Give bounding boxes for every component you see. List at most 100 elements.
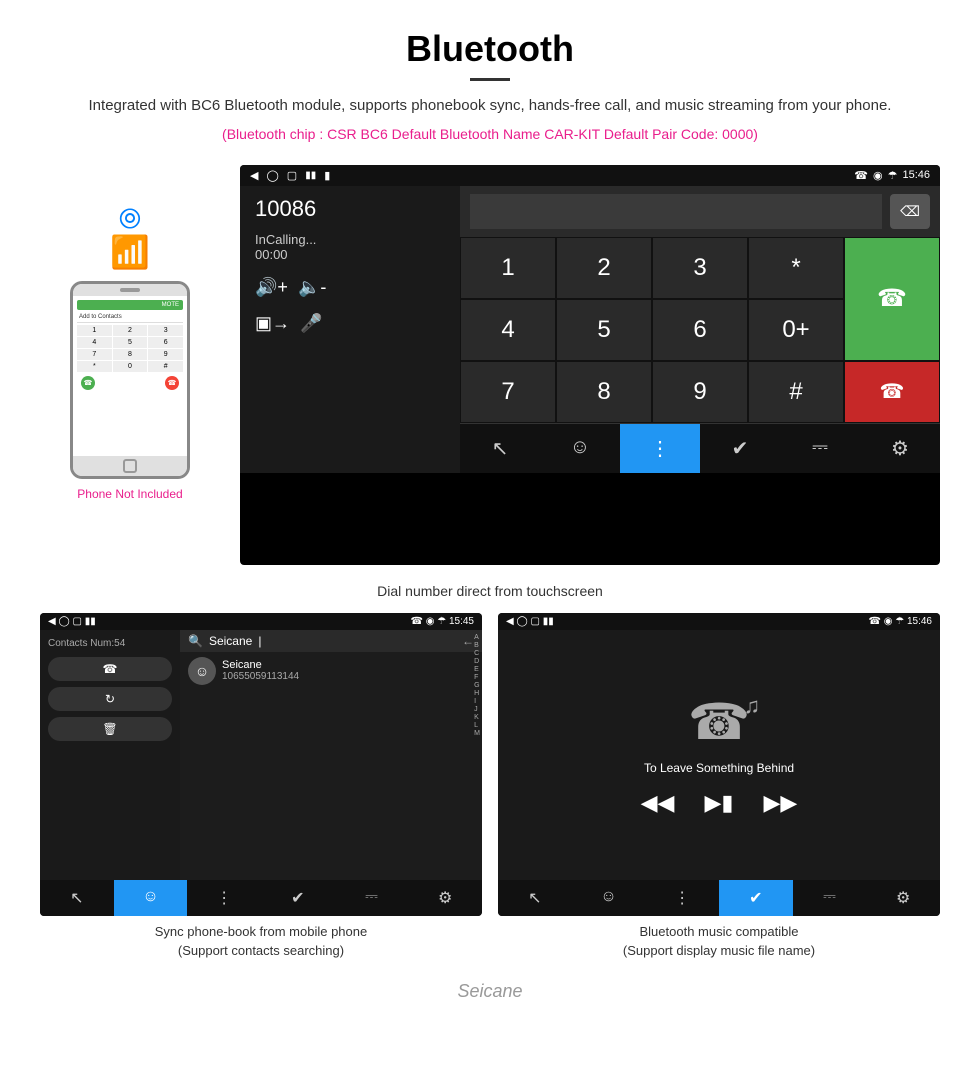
nav-phone-out[interactable]: ⎓ (780, 423, 860, 473)
c-nav-settings[interactable]: ⚙ (408, 880, 482, 916)
circle-icon: ◯ (266, 169, 278, 182)
play-pause-icon[interactable]: ▶▮ (704, 790, 733, 816)
call-action-icon: ☎ (103, 662, 118, 676)
prev-track-icon[interactable]: ◀◀ (641, 790, 675, 816)
c-signal-icon: ▮▮ (85, 616, 96, 627)
music-nav: ↖ ☺ ⋮ ✔ ⎓ ⚙ (498, 880, 940, 916)
m-nav-bluetooth[interactable]: ✔ (719, 880, 793, 916)
phone-add-contacts: Add to Contacts (77, 312, 183, 323)
phone-reject-button: ☎ (165, 376, 179, 390)
key-8: 8 (113, 349, 148, 360)
music-note-icon: ♫ (744, 693, 761, 719)
c-wifi-icon: ☂ (437, 616, 446, 627)
c-location-icon: ◉ (426, 616, 435, 627)
m-nav-settings[interactable]: ⚙ (866, 880, 940, 916)
contacts-nav: ↖ ☺ ⋮ ✔ ⎓ ⚙ (40, 880, 482, 916)
contact-avatar: ☺ (188, 657, 216, 685)
contacts-count: Contacts Num:54 (48, 638, 172, 649)
bottom-screens: ◀ ◯ ▢ ▮▮ ☎ ◉ ☂ 15:45 Contacts Num:54 ☎ (0, 603, 980, 971)
vol-down-icon[interactable]: 🔈- (298, 277, 326, 298)
nav-dialpad[interactable]: ⋮ (620, 423, 700, 473)
contacts-right-panel: 🔍 Seicane | ← ☺ Seicane 10655059113144 (180, 630, 482, 880)
c-phone-icon: ☎ (410, 616, 422, 627)
m-nav-contacts[interactable]: ☺ (572, 880, 646, 916)
m-nav-phone-out[interactable]: ⎓ (793, 880, 867, 916)
key-3: 3 (148, 325, 183, 336)
trash-icon: 🗑 (102, 722, 117, 736)
title-divider (470, 78, 510, 81)
key-star[interactable]: * (748, 237, 844, 299)
c-nav-dialpad[interactable]: ⋮ (187, 880, 261, 916)
contacts-time: 15:45 (449, 616, 474, 627)
contacts-caption: Sync phone-book from mobile phone (Suppo… (40, 916, 482, 961)
call-action-btn[interactable]: ☎ (48, 657, 172, 681)
key-6[interactable]: 6 (652, 299, 748, 361)
next-track-icon[interactable]: ▶▶ (764, 790, 798, 816)
key-3[interactable]: 3 (652, 237, 748, 299)
key-6: 6 (148, 337, 183, 348)
m-nav-dialpad[interactable]: ⋮ (645, 880, 719, 916)
dial-input-field[interactable] (470, 194, 882, 229)
key-7[interactable]: 7 (460, 361, 556, 423)
nav-phone-transfer[interactable]: ↖ (460, 423, 540, 473)
key-star: * (77, 361, 112, 372)
nav-settings[interactable]: ⚙ (860, 423, 940, 473)
contact-item: ☺ Seicane 10655059113144 (180, 652, 482, 690)
c-nav-phone[interactable]: ↖ (40, 880, 114, 916)
music-playback-controls: ◀◀ ▶▮ ▶▶ (641, 790, 798, 816)
key-9: 9 (148, 349, 183, 360)
c-nav-contacts[interactable]: ☺ (114, 880, 188, 916)
phone-call-buttons: ☎ ☎ (77, 376, 183, 390)
phone-label: Phone Not Included (77, 487, 182, 501)
key-5[interactable]: 5 (556, 299, 652, 361)
phone-home-button (73, 456, 187, 476)
m-location-icon: ◉ (884, 616, 893, 627)
delete-button[interactable]: ⌫ (890, 194, 930, 229)
end-call-button[interactable]: ☎ (844, 361, 940, 423)
delete-action-btn[interactable]: 🗑 (48, 717, 172, 741)
key-hash[interactable]: # (748, 361, 844, 423)
nav-contact[interactable]: ☺ (540, 423, 620, 473)
key-2: 2 (113, 325, 148, 336)
phone-screen: MOTE Add to Contacts 1 2 3 4 5 6 7 8 9 *… (73, 296, 187, 456)
page-header: Bluetooth Integrated with BC6 Bluetooth … (0, 0, 980, 155)
key-1[interactable]: 1 (460, 237, 556, 299)
time-display: 15:46 (902, 169, 930, 181)
c-nav-bluetooth[interactable]: ✔ (261, 880, 335, 916)
call-button[interactable]: ☎ (844, 237, 940, 361)
m-nav-phone[interactable]: ↖ (498, 880, 572, 916)
end-call-icon: ☎ (880, 379, 905, 404)
contacts-screen-wrap: ◀ ◯ ▢ ▮▮ ☎ ◉ ☂ 15:45 Contacts Num:54 ☎ (40, 613, 482, 961)
c-back-icon: ◀ (48, 616, 56, 627)
music-caption: Bluetooth music compatible (Support disp… (498, 916, 940, 961)
contact-name: Seicane (222, 659, 299, 671)
dial-body: 10086 InCalling... 00:00 🔊+ 🔈- ▣→ 🎤 ⌫ (240, 186, 940, 473)
search-text[interactable]: Seicane (209, 634, 252, 648)
music-art: ☎ ♫ (688, 693, 750, 751)
key-0plus[interactable]: 0+ (748, 299, 844, 361)
key-1: 1 (77, 325, 112, 336)
phone-transfer-icon[interactable]: ▣→ (255, 313, 290, 334)
c-square-icon: ▢ (72, 616, 81, 627)
m-circle-icon: ◯ (516, 616, 527, 627)
sync-action-btn[interactable]: ↻ (48, 687, 172, 711)
key-0: 0 (113, 361, 148, 372)
call-timer: 00:00 (255, 247, 445, 262)
key-2[interactable]: 2 (556, 237, 652, 299)
bluetooth-waves-icon: ⦾ 📶 (110, 205, 150, 271)
music-time: 15:46 (907, 616, 932, 627)
key-8[interactable]: 8 (556, 361, 652, 423)
c-nav-phone-out[interactable]: ⎓ (335, 880, 409, 916)
alphabet-index: A B C D E F G H I J K L M (472, 630, 482, 741)
battery-icon: ▮ (324, 169, 330, 182)
vol-up-icon[interactable]: 🔊+ (255, 277, 288, 298)
mic-icon[interactable]: 🎤 (300, 313, 322, 334)
contacts-search-bar: 🔍 Seicane | ← (180, 630, 482, 652)
m-signal-icon: ▮▮ (543, 616, 554, 627)
phone-speaker (120, 288, 140, 292)
key-4[interactable]: 4 (460, 299, 556, 361)
back-icon: ◀ (250, 169, 258, 182)
contacts-left-panel: Contacts Num:54 ☎ ↻ 🗑 (40, 630, 180, 880)
nav-bluetooth[interactable]: ✔ (700, 423, 780, 473)
key-9[interactable]: 9 (652, 361, 748, 423)
